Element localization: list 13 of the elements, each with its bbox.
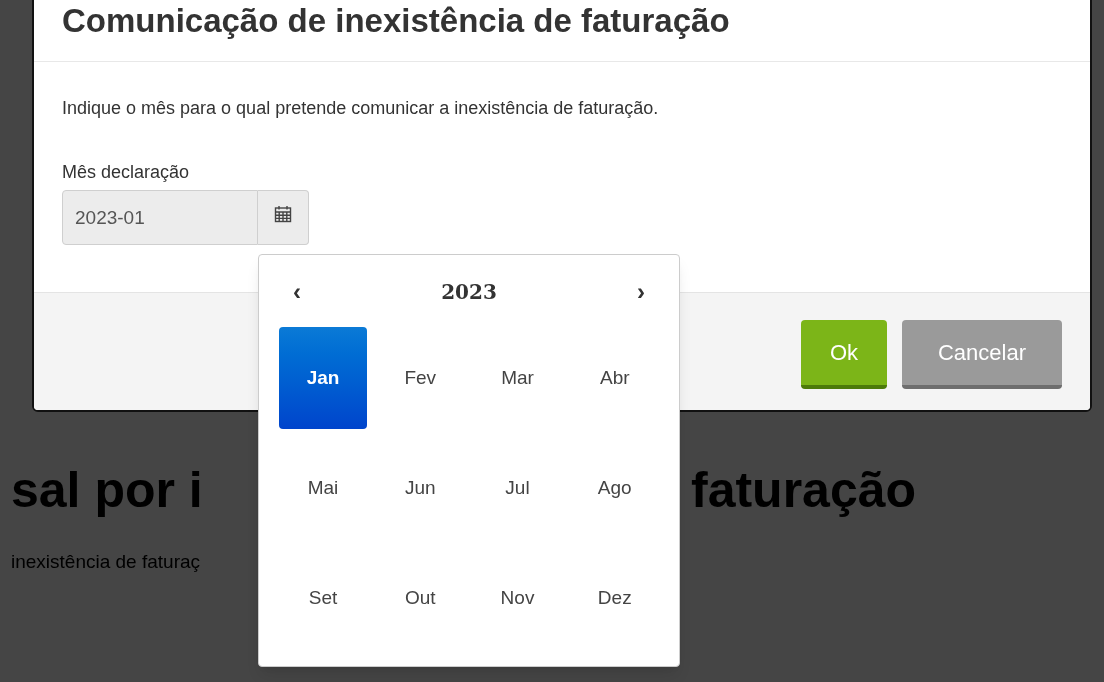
background-heading: faturação	[691, 461, 917, 520]
calendar-icon	[274, 205, 292, 223]
calendar-button[interactable]	[258, 190, 309, 245]
field-label: Mês declaração	[62, 161, 190, 184]
dialog-message: Indique o mês para o qual pretende comunicar a inexistência de faturação.	[62, 97, 659, 120]
next-year-button[interactable]: ›	[631, 277, 651, 307]
month-cell[interactable]: Jan	[279, 327, 367, 429]
background-heading: sal por i	[11, 462, 203, 518]
year-button[interactable]: 2023	[441, 277, 497, 307]
dialog-title: Comunicação de inexistência de faturação	[62, 1, 730, 41]
month-field[interactable]: 2023-01	[62, 190, 258, 245]
background-subtitle: inexistência de faturaç	[11, 550, 201, 574]
previous-year-button[interactable]: ‹	[287, 277, 307, 307]
